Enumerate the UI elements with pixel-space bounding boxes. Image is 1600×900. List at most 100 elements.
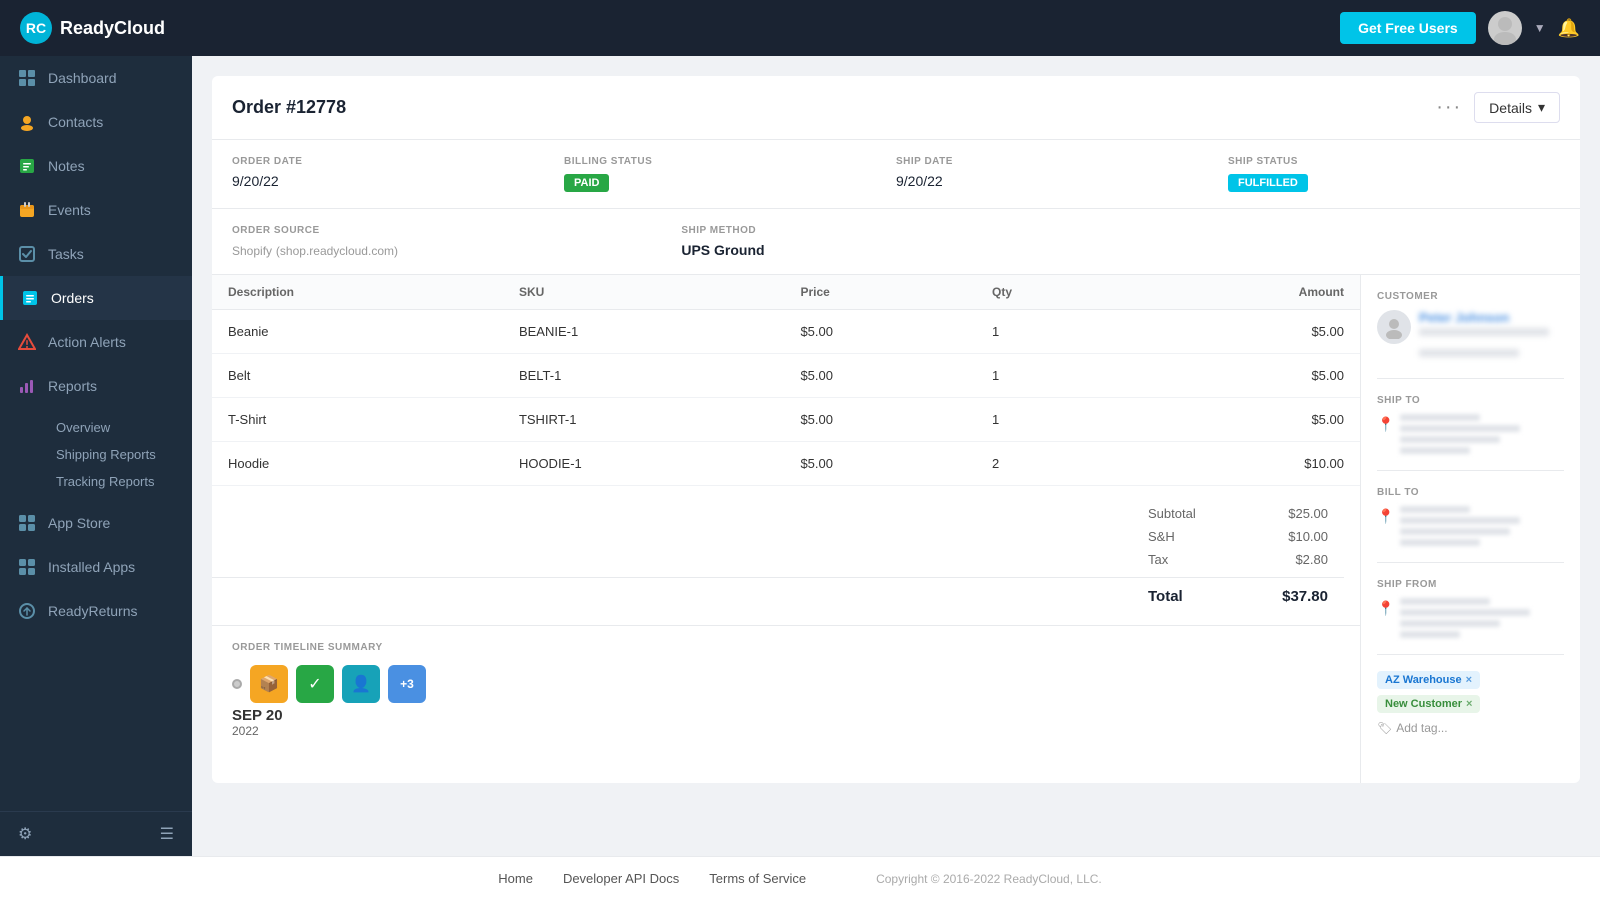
tags-row: AZ Warehouse × New Customer ×: [1377, 671, 1564, 713]
order-card: Order #12778 ··· Details ▾ ORDER DATE 9/…: [212, 76, 1580, 783]
cell-amount: $5.00: [1130, 398, 1360, 442]
settings-icon[interactable]: ⚙: [18, 824, 32, 844]
sidebar-item-installed-apps[interactable]: Installed Apps: [0, 545, 192, 589]
sidebar-item-notes[interactable]: Notes: [0, 144, 192, 188]
tag-icon: 🏷: [1377, 721, 1392, 735]
sidebar-item-shipping-reports[interactable]: Shipping Reports: [44, 441, 192, 468]
timeline-section: ORDER TIMELINE SUMMARY 📦 ✓ 👤 +3 SEP 20 2…: [212, 625, 1360, 754]
get-free-users-button[interactable]: Get Free Users: [1340, 12, 1476, 44]
sidebar-item-ready-returns[interactable]: ReadyReturns: [0, 589, 192, 633]
table-row: T-Shirt TSHIRT-1 $5.00 1 $5.00: [212, 398, 1360, 442]
tag-az-remove-button[interactable]: ×: [1466, 674, 1472, 686]
col-sku: SKU: [503, 275, 785, 310]
ship-to-line2: [1400, 425, 1520, 432]
dashboard-icon: [18, 69, 36, 87]
sh-row: S&H $10.00: [212, 525, 1344, 548]
ship-date-label: SHIP DATE: [896, 156, 1208, 167]
timeline-more-button[interactable]: +3: [388, 665, 426, 703]
footer-link-api-docs[interactable]: Developer API Docs: [563, 871, 679, 886]
sidebar-item-tasks[interactable]: Tasks: [0, 232, 192, 276]
tasks-icon: [18, 245, 36, 263]
customer-name: Peter Johnson: [1419, 310, 1564, 325]
bill-to-line2: [1400, 517, 1520, 524]
total-value: $37.80: [1268, 588, 1328, 605]
customer-label: CUSTOMER: [1377, 291, 1564, 302]
cell-description: T-Shirt: [212, 398, 503, 442]
cell-description: Beanie: [212, 310, 503, 354]
sidebar-item-label: Events: [48, 202, 91, 218]
ship-from-label: SHIP FROM: [1377, 579, 1564, 590]
order-date-value: 9/20/22: [232, 173, 544, 189]
sidebar-item-events[interactable]: Events: [0, 188, 192, 232]
footer-link-home[interactable]: Home: [498, 871, 533, 886]
col-description: Description: [212, 275, 503, 310]
bill-to-location-icon: 📍: [1377, 508, 1394, 546]
notification-bell-icon[interactable]: 🔔: [1558, 18, 1580, 39]
ready-returns-icon: [18, 602, 36, 620]
logo: RC ReadyCloud: [20, 12, 165, 44]
subtotal-value: $25.00: [1268, 506, 1328, 521]
order-header-right: ··· Details ▾: [1436, 92, 1560, 123]
tags-section: AZ Warehouse × New Customer × 🏷 Add tag.…: [1377, 671, 1564, 751]
bill-to-line3: [1400, 528, 1510, 535]
order-items-section: Description SKU Price Qty Amount Beanie …: [212, 275, 1360, 783]
sidebar-item-label: Tasks: [48, 246, 84, 262]
avatar-dropdown-icon[interactable]: ▼: [1534, 21, 1546, 35]
ship-date-value: 9/20/22: [896, 173, 1208, 189]
add-tag-button[interactable]: 🏷 Add tag...: [1377, 721, 1564, 735]
table-row: Belt BELT-1 $5.00 1 $5.00: [212, 354, 1360, 398]
table-row: Hoodie HOODIE-1 $5.00 2 $10.00: [212, 442, 1360, 486]
cell-amount: $5.00: [1130, 310, 1360, 354]
sidebar-item-app-store[interactable]: App Store: [0, 501, 192, 545]
sidebar-item-overview[interactable]: Overview: [44, 414, 192, 441]
user-avatar[interactable]: [1488, 11, 1522, 45]
sh-label: S&H: [1148, 529, 1208, 544]
items-table: Description SKU Price Qty Amount Beanie …: [212, 275, 1360, 486]
subtotal-label: Subtotal: [1148, 506, 1208, 521]
cell-sku: BEANIE-1: [503, 310, 785, 354]
collapse-icon[interactable]: ☰: [160, 824, 174, 844]
sidebar-item-action-alerts[interactable]: Action Alerts: [0, 320, 192, 364]
timeline-icon-2: ✓: [296, 665, 334, 703]
sidebar-item-label: ReadyReturns: [48, 603, 138, 619]
timeline-icon-3: 👤: [342, 665, 380, 703]
more-options-button[interactable]: ···: [1436, 96, 1462, 119]
order-source-value: Shopify (shop.readycloud.com): [232, 242, 661, 258]
bill-to-label: BILL TO: [1377, 487, 1564, 498]
cell-description: Hoodie: [212, 442, 503, 486]
details-button[interactable]: Details ▾: [1474, 92, 1560, 123]
notes-icon: [18, 157, 36, 175]
reports-submenu: Overview Shipping Reports Tracking Repor…: [0, 408, 192, 501]
cell-qty: 1: [976, 310, 1130, 354]
ship-to-line1: [1400, 414, 1480, 421]
customer-phone: [1419, 349, 1519, 357]
sidebar-item-orders[interactable]: Orders: [0, 276, 192, 320]
sidebar-item-tracking-reports[interactable]: Tracking Reports: [44, 468, 192, 495]
ship-from-line3: [1400, 620, 1500, 627]
sidebar-item-contacts[interactable]: Contacts: [0, 100, 192, 144]
sidebar-item-dashboard[interactable]: Dashboard: [0, 56, 192, 100]
order-header: Order #12778 ··· Details ▾: [212, 76, 1580, 140]
footer-copyright: Copyright © 2016-2022 ReadyCloud, LLC.: [876, 872, 1102, 886]
cell-amount: $10.00: [1130, 442, 1360, 486]
logo-text: ReadyCloud: [60, 18, 165, 39]
ship-status-block: SHIP STATUS FULFILLED: [1228, 156, 1560, 192]
header-right: Get Free Users ▼ 🔔: [1340, 11, 1580, 45]
orders-icon: [21, 289, 39, 307]
timeline-row: 📦 ✓ 👤 +3: [232, 665, 1340, 703]
ship-status-label: SHIP STATUS: [1228, 156, 1540, 167]
footer-link-tos[interactable]: Terms of Service: [709, 871, 806, 886]
cell-price: $5.00: [784, 442, 976, 486]
order-meta: ORDER DATE 9/20/22 BILLING STATUS PAID S…: [212, 140, 1580, 209]
tag-new-customer: New Customer ×: [1377, 695, 1480, 713]
add-tag-label: Add tag...: [1396, 721, 1447, 735]
col-price: Price: [784, 275, 976, 310]
sidebar-item-reports[interactable]: Reports: [0, 364, 192, 408]
timeline-date-year: 2022: [232, 724, 259, 738]
billing-status-block: BILLING STATUS PAID: [564, 156, 896, 192]
tag-new-customer-remove-button[interactable]: ×: [1466, 698, 1472, 710]
tax-value: $2.80: [1268, 552, 1328, 567]
ship-method-label: SHIP METHOD: [681, 225, 1540, 236]
page-footer: Home Developer API Docs Terms of Service…: [0, 856, 1600, 900]
order-source-label: ORDER SOURCE: [232, 225, 661, 236]
